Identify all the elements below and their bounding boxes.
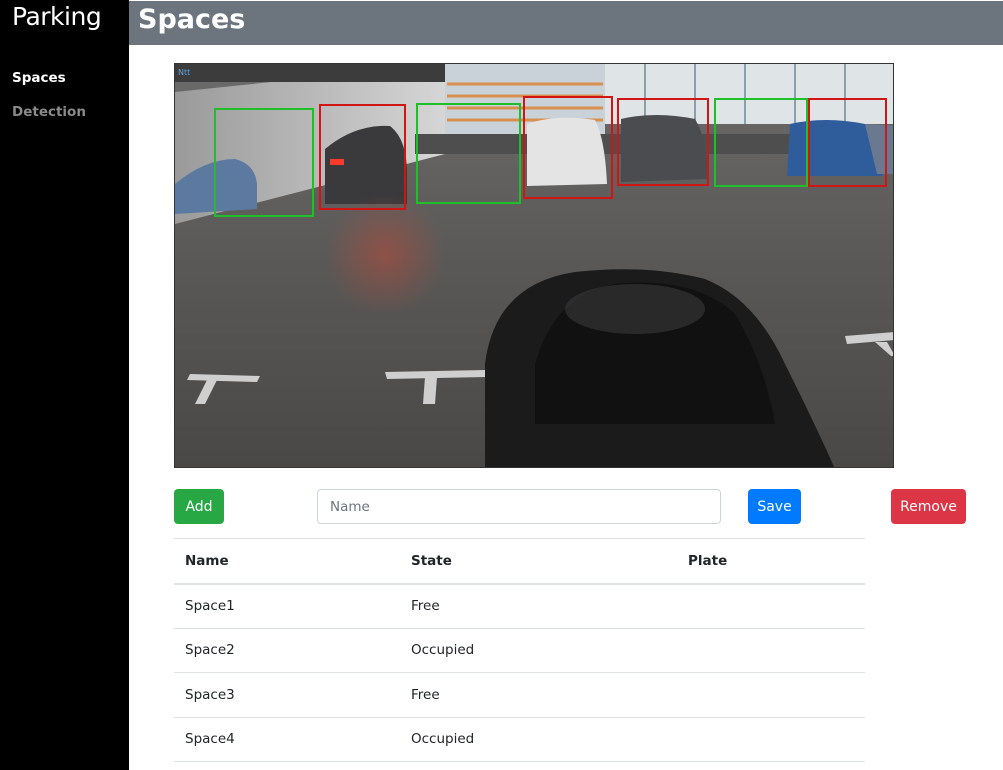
table-row[interactable]: Space4 Occupied [174,717,865,762]
column-header-plate: Plate [677,538,865,585]
page-header: Spaces [129,1,1003,45]
cell-name: Space4 [174,717,400,762]
cell-name: Space1 [174,583,400,629]
tail-light-glow [325,194,445,314]
sidebar: Parking Spaces Detection [0,0,129,770]
cell-name: Space3 [174,672,400,718]
cell-plate [677,583,865,629]
sidebar-nav: Spaces Detection [12,70,86,138]
table-header-row: Name State Plate [174,538,865,585]
remove-button[interactable]: Remove [891,489,966,524]
brand-title: Parking [12,2,102,31]
cell-name: Space2 [174,628,400,673]
save-button[interactable]: Save [748,489,801,524]
table-body: Space1 Free Space2 Occupied Space3 Free … [174,583,865,762]
add-button[interactable]: Add [174,489,224,524]
cell-state: Occupied [400,628,677,673]
camera-view[interactable]: Ntt [174,63,894,468]
column-header-name: Name [174,538,400,585]
name-input[interactable] [317,489,721,524]
column-header-state: State [400,538,677,585]
camera-timestamp: Ntt [178,68,190,77]
cell-state: Free [400,672,677,718]
cell-plate [677,628,865,673]
table-header: Name State Plate [174,538,865,585]
spaces-table: Name State Plate Space1 Free Space2 Occu… [174,538,865,762]
cell-state: Occupied [400,717,677,762]
camera-frame: Ntt [175,64,893,467]
window-right [605,64,893,124]
cell-state: Free [400,583,677,629]
sidebar-item-spaces[interactable]: Spaces [12,70,86,86]
table-row[interactable]: Space2 Occupied [174,628,865,673]
table-row[interactable]: Space1 Free [174,583,865,629]
sidebar-item-detection[interactable]: Detection [12,104,86,120]
table-row[interactable]: Space3 Free [174,672,865,718]
app: Parking Spaces Detection Spaces Ntt Add … [0,0,1003,770]
cell-plate [677,717,865,762]
cell-plate [677,672,865,718]
page-title: Spaces [138,4,246,35]
